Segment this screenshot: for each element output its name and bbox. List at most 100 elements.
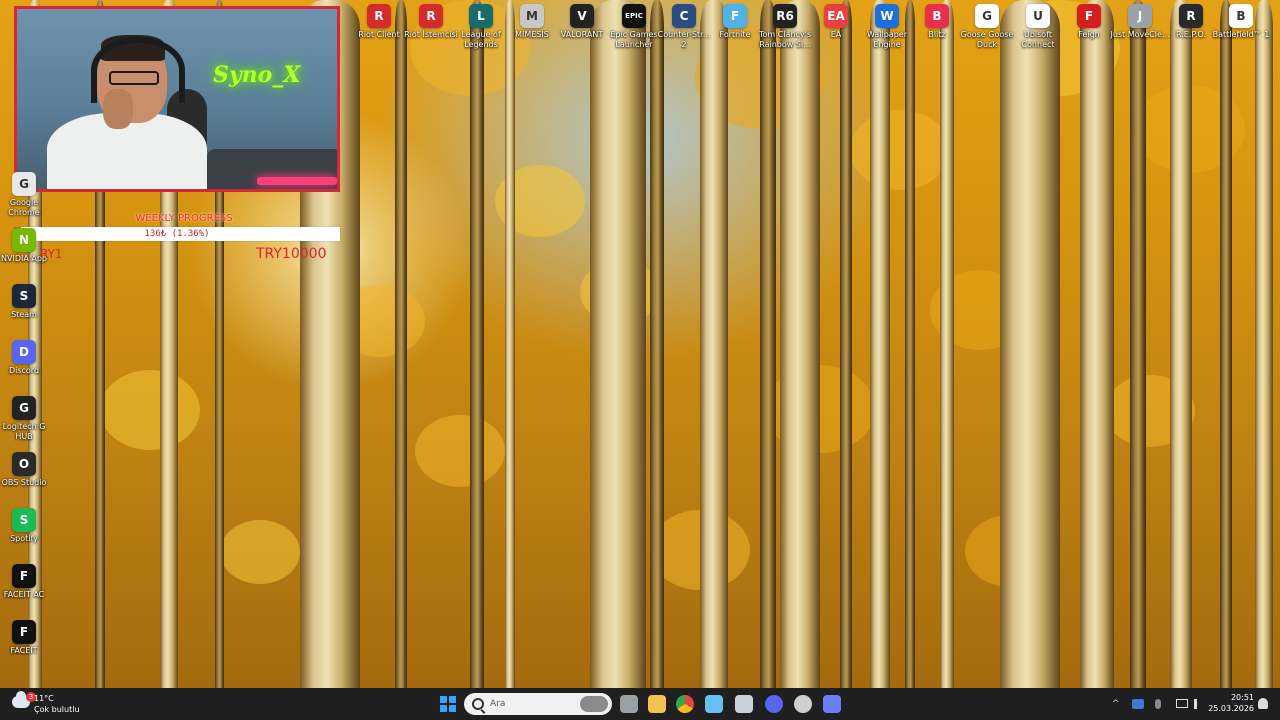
onedrive-icon[interactable] <box>1132 699 1144 709</box>
volume-icon[interactable] <box>1194 699 1204 709</box>
desktop-icon-faceit[interactable]: F FACEIT <box>0 620 54 656</box>
epic-games-icon: EPIC <box>622 4 646 28</box>
taskbar-discord-icon[interactable] <box>765 695 783 713</box>
aspen-trunk <box>1220 0 1232 688</box>
taskbar-wallpaper-engine-icon[interactable] <box>823 695 841 713</box>
blitz-icon: B <box>925 4 949 28</box>
taskbar-task-view-icon[interactable] <box>620 695 638 713</box>
goal-progress-bar: 136₺ (1.36%) <box>14 227 340 241</box>
aspen-trunk <box>780 0 820 688</box>
weather-condition: Çok bulutlu <box>34 705 80 714</box>
league-of-legends-icon: L <box>469 4 493 28</box>
discord-icon: D <box>12 340 36 364</box>
counter-strike-icon: C <box>672 4 696 28</box>
desktop-icon-label: VALORANT <box>560 30 604 39</box>
desktop-icon-label: FACEIT AC <box>3 590 45 599</box>
logitech-g-hub-icon: G <box>12 396 36 420</box>
desktop-icon-obs-studio[interactable]: O OBS Studio <box>0 452 54 488</box>
webcam-person-hand <box>103 89 133 129</box>
foliage-cluster <box>850 110 950 190</box>
chevron-up-icon[interactable]: ^ <box>1112 698 1120 710</box>
faceit-ac-icon: F <box>12 564 36 588</box>
search-highlight-image <box>580 696 608 712</box>
microphone-icon[interactable] <box>1155 699 1161 709</box>
search-icon <box>472 698 484 710</box>
aspen-trunk <box>505 0 515 688</box>
system-clock[interactable]: 20:51 25.03.2026 <box>1208 692 1254 714</box>
foliage-cluster <box>220 520 300 584</box>
aspen-trunk <box>395 0 407 688</box>
foliage-cluster <box>415 415 505 487</box>
desktop-icon-logitech-g-hub[interactable]: G Logitech G HUB <box>0 396 54 442</box>
start-button[interactable] <box>440 696 456 712</box>
network-icon[interactable] <box>1176 699 1188 708</box>
taskbar-steam-icon[interactable] <box>705 695 723 713</box>
desktop-icon-battlefield[interactable]: B Battlefield™ 1 <box>1211 4 1271 40</box>
ubisoft-connect-icon: U <box>1026 4 1050 28</box>
desktop-icon-label: Spotify <box>10 534 38 543</box>
desktop-icon-label: Battlefield™ 1 <box>1212 30 1270 39</box>
webcam-couch <box>207 149 337 189</box>
headset-icon <box>91 37 185 103</box>
goal-title: WEEKLY PROGRESS <box>135 213 233 224</box>
goose-goose-duck-icon: G <box>975 4 999 28</box>
windows-logo-tile <box>449 696 456 703</box>
taskbar-riot-client-icon[interactable] <box>735 695 753 713</box>
aspen-trunk <box>590 0 646 688</box>
taskbar-file-explorer-icon[interactable] <box>648 695 666 713</box>
weather-widget[interactable]: 3 11°C Çok bulutlu <box>10 691 100 717</box>
wallpaper-engine-icon: W <box>875 4 899 28</box>
valorant-icon: V <box>570 4 594 28</box>
windows-logo-icon <box>440 696 447 703</box>
spotify-icon: S <box>12 508 36 532</box>
webcam-overlay: Syno_X <box>14 6 340 192</box>
windows-logo-tile <box>440 705 447 712</box>
desktop-icon-discord[interactable]: D Discord <box>0 340 54 376</box>
windows-logo-tile <box>449 705 456 712</box>
desktop-icon-label: Google Chrome <box>8 198 40 217</box>
foliage-cluster <box>100 370 200 450</box>
aspen-trunk <box>760 0 776 688</box>
desktop-icon-faceit-ac[interactable]: F FACEIT AC <box>0 564 54 600</box>
led-strip <box>257 177 337 185</box>
clock-time: 20:51 <box>1230 693 1254 702</box>
desktop-icon-label: OBS Studio <box>1 478 47 487</box>
aspen-trunk <box>1170 0 1192 688</box>
search-placeholder: Ara <box>490 699 506 709</box>
desktop-icon-label: Steam <box>11 310 37 319</box>
repo-icon: R <box>1179 4 1203 28</box>
taskbar-search-box[interactable]: Ara <box>464 693 612 715</box>
google-chrome-icon: G <box>12 172 36 196</box>
taskbar-obs-studio-icon[interactable] <box>794 695 812 713</box>
aspen-trunk <box>1255 0 1273 688</box>
desktop-icon-riot-client[interactable]: R Riot Client <box>349 4 409 40</box>
ea-icon: EA <box>824 4 848 28</box>
webcam-glasses <box>109 71 159 85</box>
riot-istemcisi-icon: R <box>419 4 443 28</box>
desktop-icon-google-chrome[interactable]: G Google Chrome <box>0 172 54 218</box>
desktop-icon-label: Logitech G HUB <box>2 422 46 441</box>
taskbar-chrome-icon[interactable] <box>676 695 694 713</box>
desktop-icon-label: Riot Client <box>358 30 400 39</box>
aspen-trunk <box>840 0 852 688</box>
obs-studio-icon: O <box>12 452 36 476</box>
aspen-trunk <box>1130 0 1146 688</box>
nvidia-app-icon: N <box>12 228 36 252</box>
desktop-icon-label: FACEIT <box>10 646 38 655</box>
aspen-trunk <box>470 0 484 688</box>
neon-sign: Syno_X <box>213 62 301 88</box>
battlefield-icon: B <box>1229 4 1253 28</box>
desktop-icon-nvidia-app[interactable]: N NVIDIA App <box>0 228 54 264</box>
desktop-icon-spotify[interactable]: S Spotify <box>0 508 54 544</box>
aspen-trunk <box>700 0 728 688</box>
rainbow-six-icon: R6 <box>773 4 797 28</box>
desktop-icon-label: NVIDIA App <box>1 254 47 263</box>
desktop-icon-steam[interactable]: S Steam <box>0 284 54 320</box>
taskbar: 3 11°C Çok bulutlu Ara ^ 20:51 25.03.202… <box>0 688 1280 720</box>
mimesis-icon: M <box>520 4 544 28</box>
goal-target-label: TRY10000 <box>256 246 327 262</box>
notification-bell-icon[interactable] <box>1258 698 1268 709</box>
desktop-icon-valorant[interactable]: V VALORANT <box>552 4 612 40</box>
aspen-trunk <box>650 0 664 688</box>
aspen-trunk <box>905 0 915 688</box>
